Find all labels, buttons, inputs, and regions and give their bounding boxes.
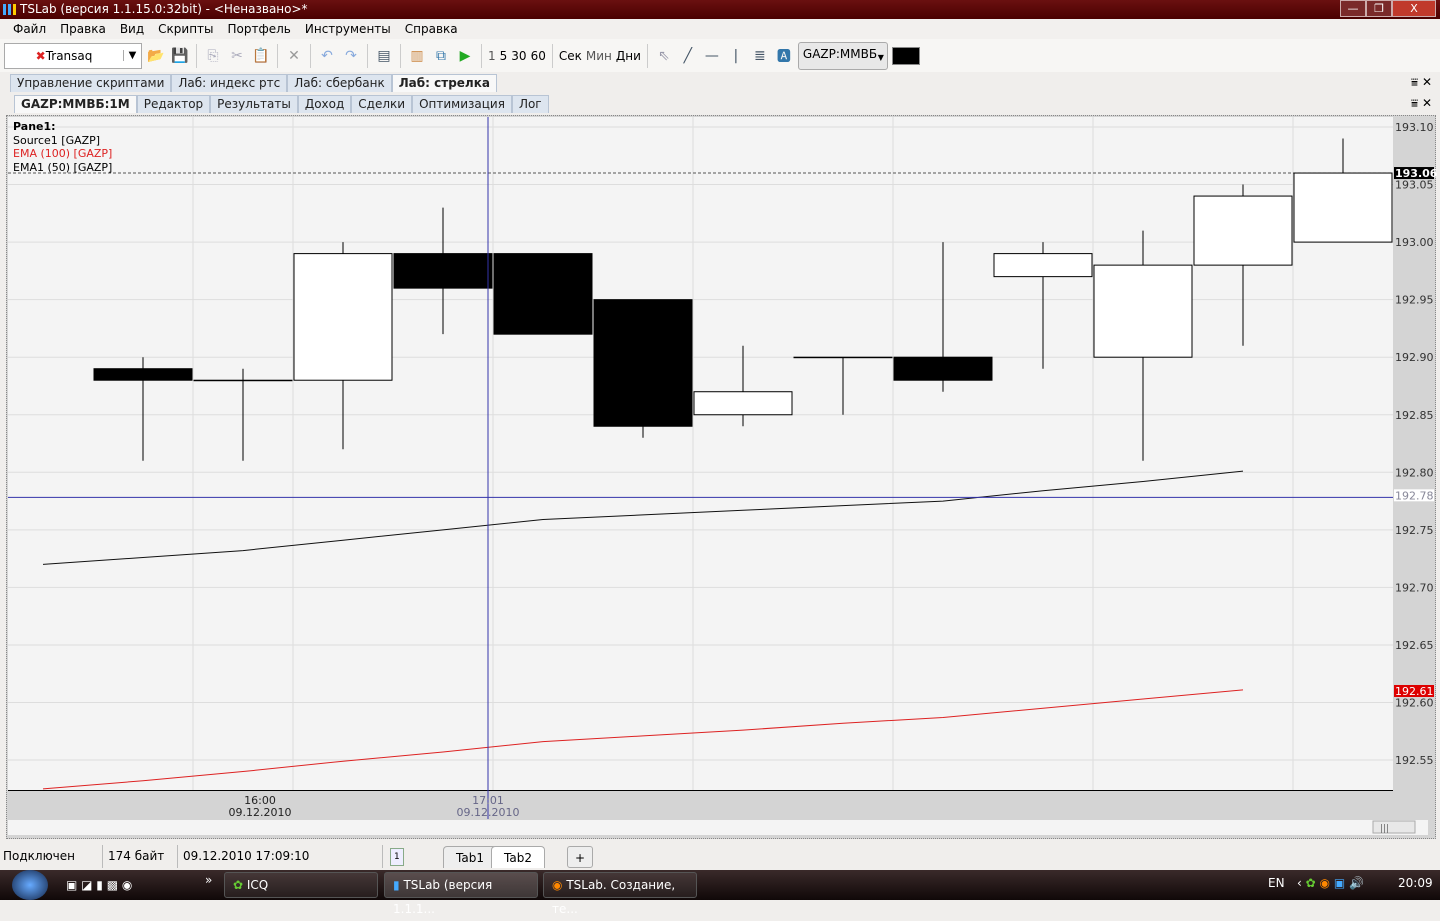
- legend-ema50: EMA1 (50) [GAZP]: [13, 160, 113, 174]
- candle-body: [293, 253, 393, 381]
- language-indicator[interactable]: EN: [1268, 876, 1285, 890]
- bytes-count: 174 байт: [108, 849, 165, 863]
- tslab-icon: ▮: [393, 878, 400, 892]
- chart-legend: Pane1: Source1 [GAZP] EMA (100) [GAZP] E…: [13, 120, 112, 174]
- grip-icon: |||: [1380, 824, 1389, 834]
- task-firefox[interactable]: TSLab. Создание, те...: [552, 878, 675, 916]
- x-tick-date: 09.12.2010: [457, 806, 520, 819]
- firefox-icon: ◉: [552, 878, 563, 892]
- status-bar: Подключен 174 байт 09.12.2010 17:09:10 1…: [0, 843, 1440, 870]
- status-datetime: 09.12.2010 17:09:10: [183, 849, 310, 863]
- plot-area: [8, 117, 1393, 790]
- quicklaunch-more[interactable]: »: [205, 873, 212, 887]
- tray-icons[interactable]: ‹ ✿ ◉ ▣ 🔊: [1297, 876, 1364, 890]
- task-icq[interactable]: ICQ: [247, 878, 268, 892]
- candle-body: [1293, 172, 1393, 243]
- pane-label: Pane1:: [13, 120, 56, 133]
- legend-ema100: EMA (100) [GAZP]: [13, 147, 113, 160]
- bottom-tab-1[interactable]: Tab1: [443, 846, 497, 868]
- start-button[interactable]: [12, 870, 48, 900]
- candle-body: [593, 299, 693, 427]
- legend-source: Source1 [GAZP]: [13, 133, 101, 147]
- clock: 20:09: [1398, 876, 1433, 890]
- candle-body: [993, 253, 1093, 278]
- candle-body: [693, 391, 793, 416]
- time-axis: [8, 791, 1393, 819]
- x-tick-date: 09.12.2010: [229, 806, 292, 819]
- taskbar: ▣ ◪ ▮ ▩ ◉ » ✿ ICQ ▮ TSLab (версия 1.1.1.…: [0, 870, 1440, 916]
- price-chart[interactable]: 193.10193.05193.00192.95192.90192.85192.…: [0, 0, 1440, 840]
- connection-status: Подключен: [3, 849, 75, 863]
- horizontal-scrollbar[interactable]: [8, 820, 1428, 835]
- page-icon[interactable]: 1: [390, 848, 404, 866]
- add-tab-button[interactable]: +: [567, 846, 594, 868]
- candle-body: [493, 253, 593, 335]
- quicklaunch-icons[interactable]: ▣ ◪ ▮ ▩ ◉: [66, 878, 132, 892]
- bottom-tab-2[interactable]: Tab2: [491, 846, 545, 868]
- candle-body: [1193, 195, 1293, 266]
- ema50-value-label: 192.78: [1395, 489, 1434, 502]
- icq-icon: ✿: [233, 878, 244, 892]
- candle-body: [393, 253, 493, 289]
- candle-body: [1093, 264, 1193, 358]
- ema100-value-label: 192.61: [1395, 685, 1434, 698]
- candle-body: [893, 356, 993, 381]
- candle-body: [93, 368, 193, 381]
- candle-body: [793, 356, 893, 359]
- task-tslab[interactable]: TSLab (версия 1.1.1...: [393, 878, 492, 916]
- last-price-label: 193.06: [1395, 167, 1438, 180]
- candle-body: [193, 379, 293, 382]
